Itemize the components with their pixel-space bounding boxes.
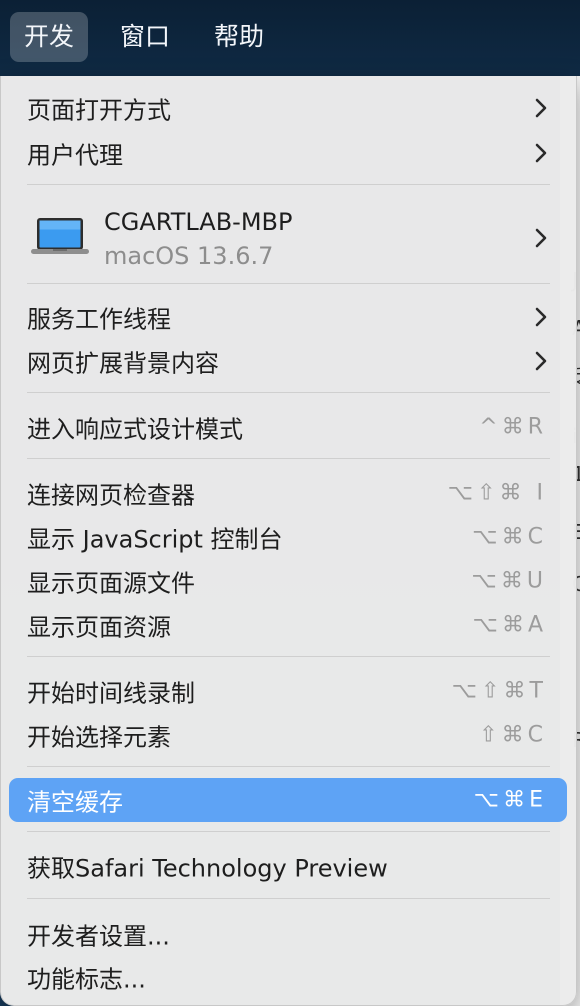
keyboard-shortcut: ⌥⌘E	[473, 787, 547, 813]
device-os-version: macOS 13.6.7	[104, 242, 274, 270]
menu-item-label: 用户代理	[27, 141, 123, 170]
menu-separator	[27, 656, 550, 657]
chevron-right-icon	[535, 143, 547, 163]
menu-separator	[27, 458, 550, 459]
keyboard-shortcut: ⌥⌘A	[472, 612, 547, 638]
menu-item-open-page-with[interactable]: 页面打开方式	[9, 86, 567, 130]
menubar-item-help[interactable]: 帮助	[200, 12, 278, 62]
menu-item-developer-settings[interactable]: 开发者设置...	[9, 912, 567, 956]
menu-separator	[27, 766, 550, 767]
menubar-item-develop[interactable]: 开发	[10, 12, 89, 62]
menu-item-empty-caches[interactable]: 清空缓存 ⌥⌘E	[9, 778, 567, 822]
laptop-icon	[31, 218, 89, 254]
device-name: CGARTLAB-MBP	[104, 208, 293, 236]
menu-item-label: 显示页面源文件	[27, 569, 195, 598]
menu-item-label: 清空缓存	[27, 788, 123, 817]
keyboard-shortcut: ⇧⌘C	[479, 722, 547, 748]
develop-dropdown-menu: 页面打开方式 用户代理 CGARTLAB-MBP macOS 13.6.7 服务…	[0, 76, 577, 1006]
menu-item-service-workers[interactable]: 服务工作线程	[9, 295, 567, 339]
menu-item-device[interactable]: CGARTLAB-MBP macOS 13.6.7	[9, 196, 567, 280]
menu-item-start-element-selection[interactable]: 开始选择元素 ⇧⌘C	[9, 713, 567, 757]
menu-item-label: 显示 JavaScript 控制台	[27, 525, 283, 554]
menu-item-label: 服务工作线程	[27, 305, 171, 334]
menu-item-label: 显示页面资源	[27, 613, 171, 642]
keyboard-shortcut: ^⌘R	[479, 414, 547, 440]
menu-item-show-js-console[interactable]: 显示 JavaScript 控制台 ⌥⌘C	[9, 515, 567, 559]
menu-item-start-timeline-recording[interactable]: 开始时间线录制 ⌥⇧⌘T	[9, 669, 567, 713]
menu-separator	[27, 831, 550, 832]
menu-separator	[27, 898, 550, 899]
menu-item-label: 连接网页检查器	[27, 481, 195, 510]
chevron-right-icon	[535, 228, 547, 248]
chevron-right-icon	[535, 98, 547, 118]
menu-item-label: 功能标志...	[27, 965, 146, 994]
menu-item-connect-web-inspector[interactable]: 连接网页检查器 ⌥⇧⌘ I	[9, 471, 567, 515]
keyboard-shortcut: ⌥⇧⌘T	[451, 678, 547, 704]
menu-item-web-extension-background[interactable]: 网页扩展背景内容	[9, 339, 567, 383]
menubar-item-window[interactable]: 窗口	[106, 12, 184, 62]
keyboard-shortcut: ⌥⌘C	[472, 524, 547, 550]
menu-separator	[27, 392, 550, 393]
keyboard-shortcut: ⌥⇧⌘ I	[447, 480, 547, 506]
menu-item-label: 获取Safari Technology Preview	[27, 854, 388, 883]
chevron-right-icon	[535, 351, 547, 371]
chevron-right-icon	[535, 307, 547, 327]
menu-item-get-safari-technology-preview[interactable]: 获取Safari Technology Preview	[9, 844, 567, 888]
menu-bar: 开发 窗口 帮助	[0, 0, 580, 76]
menu-item-label: 页面打开方式	[27, 96, 171, 125]
menu-item-label: 进入响应式设计模式	[27, 415, 243, 444]
menu-item-label: 网页扩展背景内容	[27, 349, 219, 378]
menu-item-label: 开始时间线录制	[27, 679, 195, 708]
menu-item-feature-flags[interactable]: 功能标志...	[9, 955, 567, 999]
menu-item-label: 开发者设置...	[27, 922, 170, 951]
keyboard-shortcut: ⌥⌘U	[471, 568, 547, 594]
menu-item-label: 开始选择元素	[27, 723, 171, 752]
menu-item-responsive-design-mode[interactable]: 进入响应式设计模式 ^⌘R	[9, 405, 567, 449]
menu-item-user-agent[interactable]: 用户代理	[9, 131, 567, 175]
menu-separator	[27, 184, 550, 185]
menu-item-show-page-resources[interactable]: 显示页面资源 ⌥⌘A	[9, 603, 567, 647]
menu-item-show-page-source[interactable]: 显示页面源文件 ⌥⌘U	[9, 559, 567, 603]
menu-separator	[27, 283, 550, 284]
